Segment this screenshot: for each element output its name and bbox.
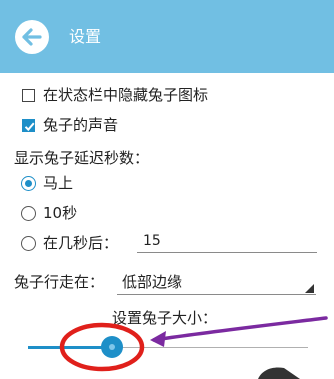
delay-radio-immediate[interactable]	[21, 176, 36, 191]
partial-image-edge	[258, 367, 300, 379]
dropdown-arrow-icon[interactable]	[305, 284, 314, 293]
arrow-left-icon	[22, 28, 42, 46]
size-slider-filled-track[interactable]	[28, 346, 112, 349]
size-label: 设置兔子大小：	[112, 309, 218, 327]
page-title: 设置	[69, 27, 102, 46]
delay-seconds-input[interactable]: 15	[143, 232, 161, 250]
size-slider-track[interactable]	[112, 347, 308, 348]
delay-option-immediate-label[interactable]: 马上	[43, 174, 73, 192]
sound-label[interactable]: 兔子的声音	[43, 116, 118, 134]
sound-checkbox[interactable]	[22, 119, 35, 132]
hide-icon-checkbox[interactable]	[22, 89, 35, 102]
delay-radio-custom[interactable]	[21, 236, 36, 251]
walk-dropdown-underline	[117, 294, 316, 295]
arrow-head-icon	[150, 331, 166, 347]
delay-heading: 显示兔子延迟秒数：	[14, 149, 150, 167]
checkmark-icon	[24, 122, 35, 132]
walk-location-dropdown[interactable]: 低部边缘	[122, 273, 182, 291]
delay-option-10s-label[interactable]: 10秒	[43, 204, 77, 222]
app-bar: 设置	[0, 0, 334, 73]
back-button[interactable]	[15, 20, 49, 54]
delay-radio-10s[interactable]	[21, 206, 36, 221]
hide-icon-label[interactable]: 在状态栏中隐藏兔子图标	[43, 86, 208, 104]
size-slider-thumb[interactable]	[101, 336, 123, 358]
delay-seconds-underline	[137, 252, 317, 253]
walk-label: 兔子行走在：	[14, 273, 105, 291]
delay-option-custom-label[interactable]: 在几秒后：	[43, 234, 118, 252]
